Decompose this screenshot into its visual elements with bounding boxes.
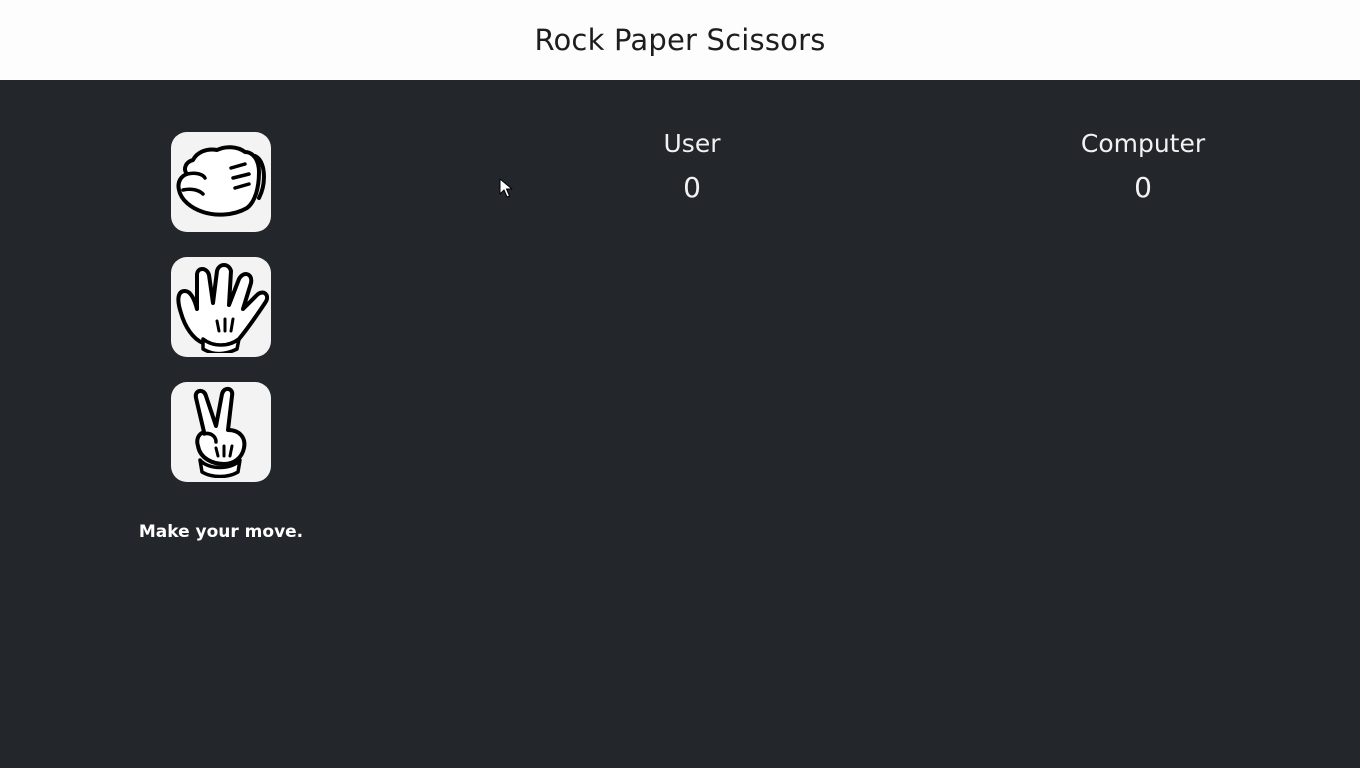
mouse-cursor-icon xyxy=(499,178,513,198)
move-options xyxy=(171,132,271,507)
rock-hand-icon xyxy=(176,145,266,217)
status-message: Make your move. xyxy=(138,522,304,542)
scissors-button[interactable] xyxy=(171,382,271,482)
user-score: 0 xyxy=(683,171,701,204)
page-title: Rock Paper Scissors xyxy=(534,23,826,57)
paper-button[interactable] xyxy=(171,257,271,357)
computer-score: 0 xyxy=(1134,171,1152,204)
user-label: User xyxy=(663,129,721,158)
user-score-panel: User 0 xyxy=(592,128,792,206)
computer-score-panel: Computer 0 xyxy=(1043,128,1243,206)
page-header: Rock Paper Scissors xyxy=(0,0,1360,80)
rock-button[interactable] xyxy=(171,132,271,232)
computer-label: Computer xyxy=(1080,129,1206,158)
paper-hand-icon xyxy=(176,263,269,353)
scissors-hand-icon xyxy=(193,387,247,478)
